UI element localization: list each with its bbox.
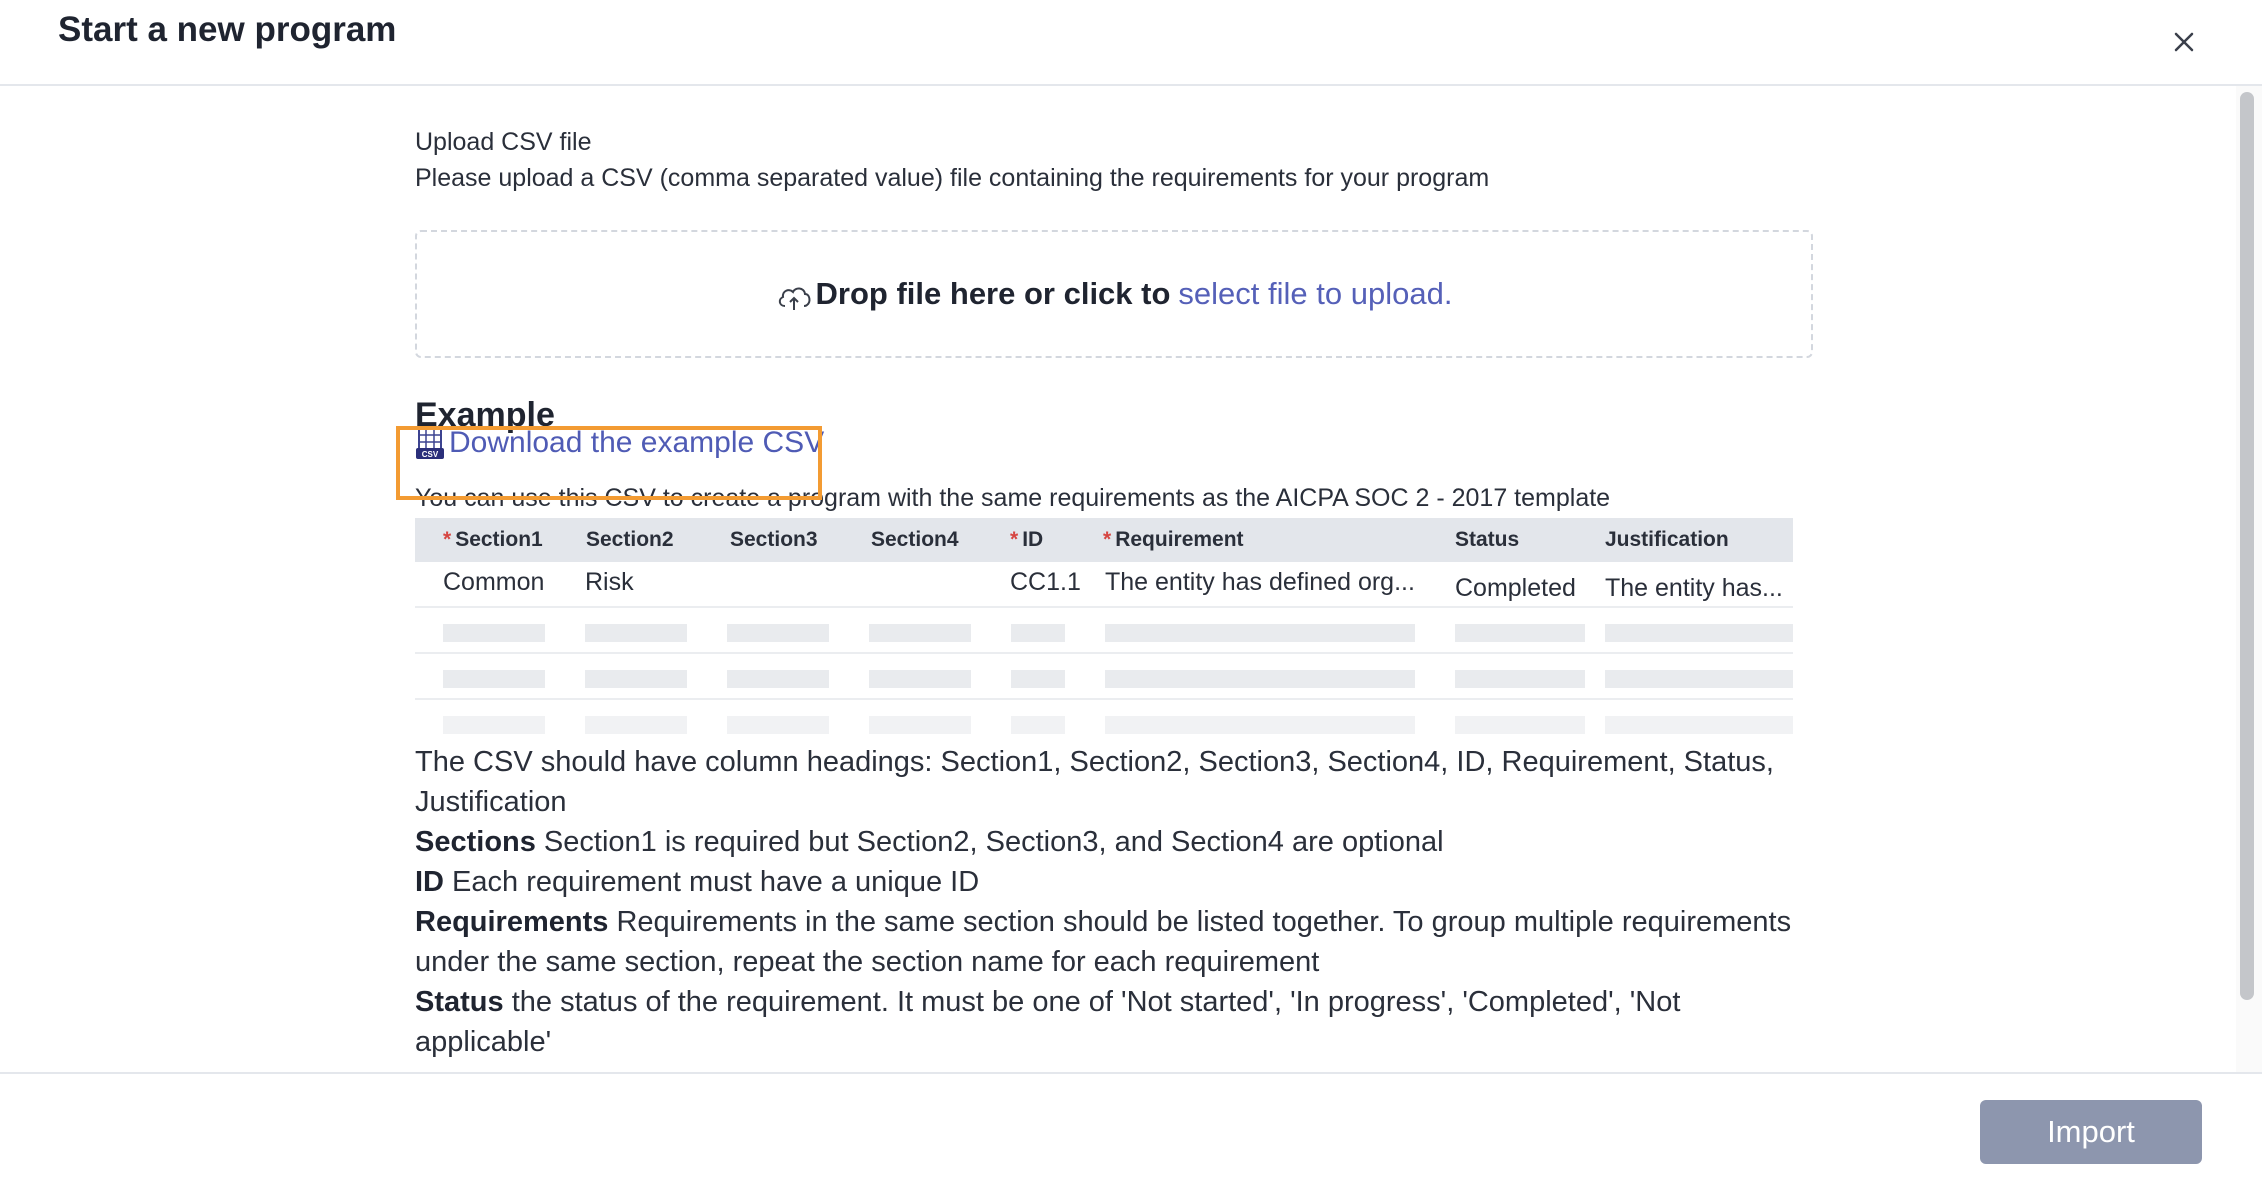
placeholder-row [415,608,1793,654]
required-marker: * [1010,528,1019,551]
table-cell: The entity has defined org... [1105,568,1415,596]
example-description: You can use this CSV to create a program… [415,484,1611,512]
table-cell: The entity has... [1605,574,1783,602]
upload-title: Upload CSV file [415,128,592,156]
import-button[interactable]: Import [1980,1100,2202,1164]
svg-text:CSV: CSV [422,450,439,459]
scrollbar-thumb[interactable] [2240,92,2254,1000]
close-icon[interactable] [2164,22,2204,62]
select-file-link[interactable]: select file to upload. [1178,276,1452,312]
modal-footer: Import [0,1072,2262,1180]
modal-header: Start a new program [0,0,2262,86]
table-cell: Risk [585,568,634,596]
requirements-info: Requirements Requirements in the same se… [415,906,1792,978]
status-info: Status the status of the requirement. It… [415,986,1681,1058]
table-header: * Section1 Section2 Section3 Section4 * ID… [415,518,1793,562]
table-cell: Common [443,568,545,596]
modal-title: Start a new program [58,10,397,49]
required-marker: * [443,528,452,551]
csv-format-info: The CSV should have column headings: Sec… [415,742,1795,1062]
column-header: * Section1 [443,528,543,551]
file-dropzone[interactable]: Drop file here or click to select file t… [415,230,1813,358]
headings-text: The CSV should have column headings: Sec… [415,746,1774,818]
download-example-csv-link[interactable]: CSV Download the example CSV [415,426,824,460]
upload-description: Please upload a CSV (comma separated val… [415,164,1490,192]
column-header: Section3 [730,528,818,551]
column-header: * ID [1010,528,1044,551]
download-label: Download the example CSV [449,426,825,459]
sections-info: Sections Section1 is required but Sectio… [415,826,1444,858]
modal-body[interactable]: Upload CSV file Please upload a CSV (com… [0,86,2262,1072]
csv-file-icon: CSV [416,427,444,459]
column-header: Section2 [586,528,674,551]
table-cell: Completed [1455,574,1576,602]
example-table: * Section1 Section2 Section3 Section4 * ID… [415,518,1793,744]
placeholder-row [415,654,1793,700]
placeholder-row [415,700,1793,744]
required-marker: * [1103,528,1112,551]
column-header: Justification [1605,528,1729,551]
column-header: Status [1455,528,1520,551]
drop-text: Drop file here or click to [815,276,1171,311]
id-info: ID Each requirement must have a unique I… [415,866,980,898]
column-header: Section4 [871,528,959,551]
table-row: Common Risk CC1.1 The entity has defined… [415,562,1793,608]
table-cell: CC1.1 [1010,568,1081,596]
cloud-upload-icon [778,287,810,310]
column-header: * Requirement [1103,528,1244,551]
